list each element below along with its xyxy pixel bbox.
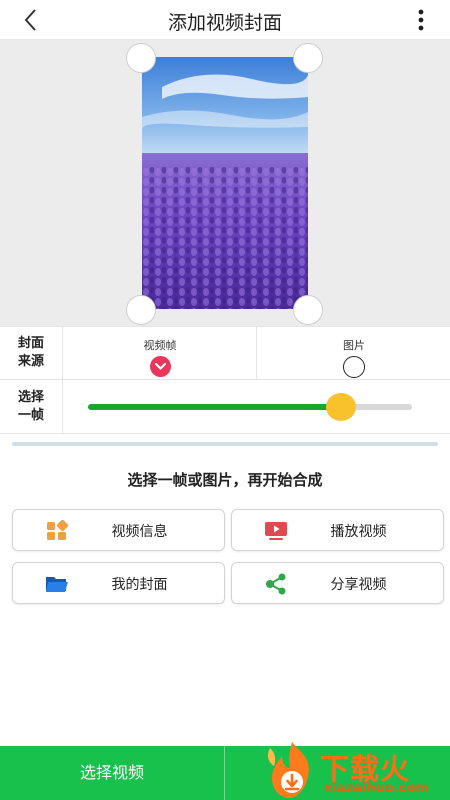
folder-icon <box>46 577 68 592</box>
select-video-button[interactable]: 选择视频 <box>0 746 225 800</box>
check-circle-icon[interactable] <box>149 356 171 377</box>
radio-unchecked-icon[interactable] <box>343 356 365 378</box>
cover-preview-image <box>142 57 308 309</box>
video-info-button[interactable]: 视频信息 <box>12 509 225 551</box>
flame-logo-icon <box>267 742 309 798</box>
share-icon <box>266 573 286 595</box>
play-video-button[interactable]: 播放视频 <box>231 509 444 551</box>
cover-source-label-text: 封面 来源 <box>17 336 44 369</box>
share-video-button[interactable]: 分享视频 <box>231 562 444 604</box>
top-bar: 添加视频封面 <box>0 0 450 40</box>
frame-select-row: 选择 一帧 <box>0 380 450 434</box>
option-image[interactable]: 图片 <box>258 327 450 380</box>
frame-select-label: 选择 一帧 <box>0 380 63 433</box>
option-image-label: 图片 <box>343 339 365 352</box>
video-info-label: 视频信息 <box>111 524 168 540</box>
frame-slider-thumb[interactable] <box>326 393 356 421</box>
my-covers-label: 我的封面 <box>111 577 168 593</box>
cover-source-label: 封面 来源 <box>0 327 63 379</box>
grid-icon <box>47 520 69 540</box>
crop-handle-top-right[interactable] <box>293 43 323 73</box>
divider <box>12 442 438 446</box>
page-title: 添加视频封面 <box>167 12 282 34</box>
watermark-site: xiazaihuo.com <box>324 781 429 796</box>
option-video-frame[interactable]: 视频帧 <box>64 327 257 380</box>
frame-select-label-text: 选择 一帧 <box>17 389 44 423</box>
my-covers-button[interactable]: 我的封面 <box>12 562 225 604</box>
play-video-label: 播放视频 <box>330 524 387 540</box>
crop-handle-bottom-right[interactable] <box>293 295 323 325</box>
instruction-text: 选择一帧或图片，再开始合成 <box>127 471 323 489</box>
frame-slider[interactable] <box>88 393 412 421</box>
video-play-icon <box>265 522 287 540</box>
cover-source-row: 封面 来源 视频帧 图片 <box>0 326 450 380</box>
watermark-logo: 下载火 xiazaihuo.com <box>262 740 450 800</box>
share-video-label: 分享视频 <box>330 577 387 593</box>
frame-slider-fill <box>88 404 341 410</box>
cover-preview-area <box>0 40 450 326</box>
crop-handle-top-left[interactable] <box>126 43 156 73</box>
crop-handle-bottom-left[interactable] <box>126 295 156 325</box>
more-vertical-icon[interactable] <box>418 9 424 31</box>
option-video-frame-label: 视频帧 <box>143 339 177 352</box>
